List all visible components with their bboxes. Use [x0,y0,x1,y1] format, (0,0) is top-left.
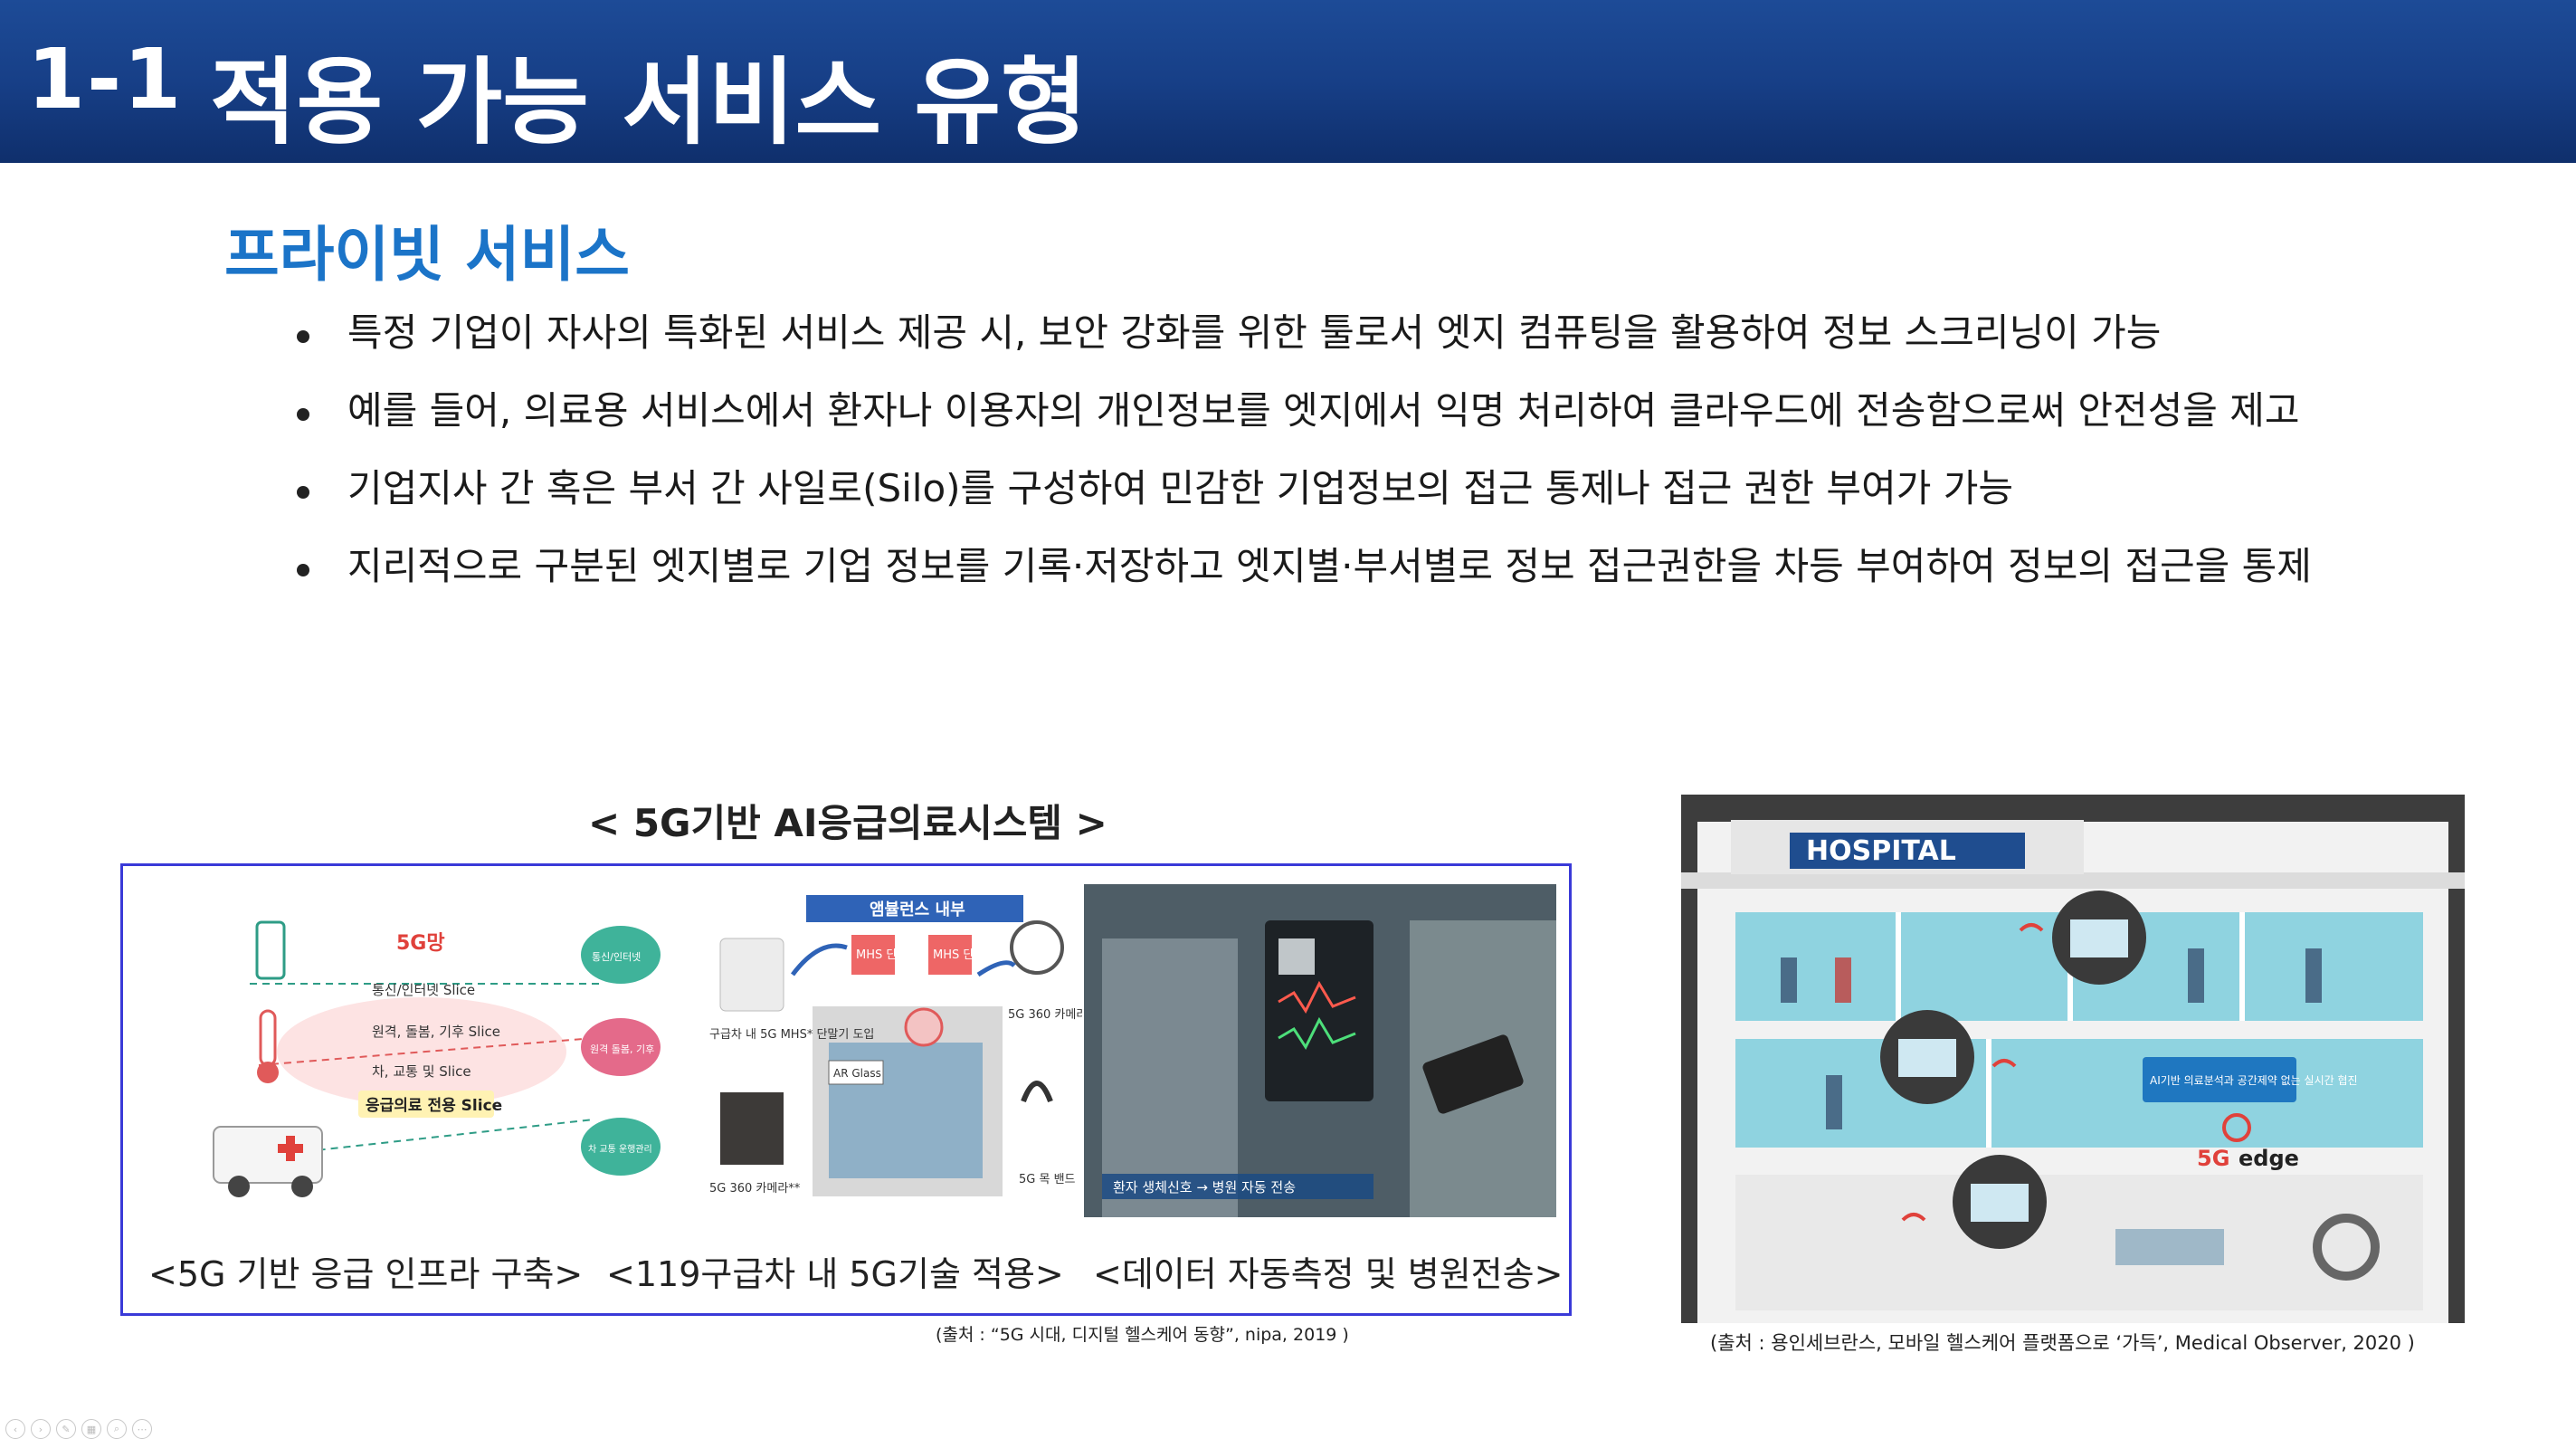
person-icon [1826,1075,1842,1129]
video-screen [2070,919,2128,957]
figure-left-title: < 5G기반 AI응급의료시스템 > [588,801,1107,845]
figure-left-frame: 5G망 통신/인터넷 Slice 원격, 돌봄, 기후 Slice 차, 교통 … [120,863,1572,1316]
bullet-item: 예를 들어, 의료용 서비스에서 환자나 이용자의 개인정보를 엣지에서 익명 … [291,381,2463,459]
cloud-label: 차 교통 운행관리 [588,1144,652,1155]
slice-label: 통신/인터넷 Slice [372,982,475,998]
bullet-icon [297,330,309,343]
slice-label: 응급의료 전용 Slice [366,1097,502,1115]
section-subtitle: 프라이빗 서비스 [224,220,631,290]
network-ellipse [277,997,566,1106]
pen-icon[interactable]: ✎ [56,1419,76,1439]
wheel-icon [228,1176,250,1197]
caption-ambulance: <119구급차 내 5G기술 적용> [606,1254,1064,1294]
slice-label: 원격, 돌봄, 기후 Slice [372,1024,500,1040]
callout-label: AI기반 의료분석과 공간제약 없는 실시간 협진 [2150,1073,2358,1087]
bullet-text: 지리적으로 구분된 엣지별로 기업 정보를 기록·저장하고 엣지별·부서별로 정… [347,544,2312,588]
bullet-icon [297,564,309,576]
presentation-controls: ‹ › ✎ ▦ ⌕ ⋯ [5,1419,152,1439]
bullet-text: 예를 들어, 의료용 서비스에서 환자나 이용자의 개인정보를 엣지에서 익명 … [347,388,2300,433]
hospital-sign: HOSPITAL [1806,835,1956,867]
zoom-icon[interactable]: ⌕ [107,1419,127,1439]
thermometer-icon [259,1009,277,1067]
arrow-icon [791,943,848,976]
bullet-icon [297,486,309,499]
device-label: 5G 360 카메라** [709,1182,801,1196]
slice-label: 차, 교통 및 Slice [372,1063,471,1080]
arrow-icon [976,960,1016,977]
hospital-illustration: HOSPITAL AI기반 의료분석과 공간제약 없는 실시간 협진 5G ed… [1681,795,2465,1323]
figure-right-hospital: HOSPITAL AI기반 의료분석과 공간제약 없는 실시간 협진 5G ed… [1681,795,2465,1323]
bullet-text: 기업지사 간 혹은 부서 간 사일로(Silo)를 구성하여 민감한 기업정보의… [347,466,2013,510]
ambulance-icon [213,1126,323,1184]
figure-left-source: (출처 : “5G 시대, 디지털 헬스케어 동향”, nipa, 2019 ) [936,1325,1349,1345]
section-number: 1-1 [27,31,184,128]
device-label: 5G 목 밴드 [1019,1173,1076,1186]
mhs-device-icon [719,938,784,1012]
cloud-label: 통신/인터넷 [592,951,641,963]
ambulance-cross [278,1144,303,1153]
bullet-item: 기업지사 간 혹은 부서 간 사일로(Silo)를 구성하여 민감한 기업정보의… [291,459,2463,537]
camera-photo [720,1092,784,1165]
panel-5g-infrastructure: 5G망 통신/인터넷 Slice 원격, 돌봄, 기후 Slice 차, 교통 … [159,884,684,1217]
video-screen [1898,1039,1956,1077]
camera-360-icon [1010,920,1064,975]
ambulance-header: 앰뷸런스 내부 [870,900,965,919]
phone-icon [255,920,286,980]
title-bar: 1-1 적용 가능 서비스 유형 [0,0,2576,163]
video-screen [1971,1184,2029,1222]
roof-line [1681,872,2465,889]
network-label: 5G망 [396,932,445,955]
slides-icon[interactable]: ▦ [81,1419,101,1439]
device-label: 구급차 내 5G MHS* 단말기 도입 [709,1028,874,1042]
person-icon [1781,957,1797,1003]
thermometer-bulb [257,1062,279,1083]
logo-5g: 5G [2197,1146,2229,1171]
infrastructure-illustration: 5G망 통신/인터넷 Slice 원격, 돌봄, 기후 Slice 차, 교통 … [213,920,661,1197]
patient-photo [1278,938,1315,975]
bullet-item: 지리적으로 구분된 엣지별로 기업 정보를 기록·저장하고 엣지별·부서별로 정… [291,537,2463,614]
banner-label: 환자 생체신호 → 병원 자동 전송 [1113,1179,1296,1196]
camera-icon [904,1007,944,1047]
neckband-icon [1021,1081,1053,1103]
person-icon [2188,948,2204,1003]
panel-paramedic-photo: 환자 생체신호 → 병원 자동 전송 [1084,884,1556,1217]
mri-machine [2115,1229,2224,1265]
bullet-list: 특정 기업이 자사의 특화된 서비스 제공 시, 보안 강화를 위한 툴로서 엣… [291,303,2463,614]
person-icon [2305,948,2322,1003]
figure-right-source: (출처 : 용인세브란스, 모바일 헬스케어 플랫폼으로 ‘가득’, Medic… [1710,1332,2415,1354]
cloud-label: 원격 돌봄, 기후 [590,1043,654,1055]
wheel-icon [291,1176,313,1197]
bullet-text: 특정 기업이 자사의 특화된 서비스 제공 시, 보안 강화를 위한 툴로서 엣… [347,310,2162,355]
logo-edge: edge [2239,1146,2299,1171]
caption-infrastructure: <5G 기반 응급 인프라 구축> [148,1254,584,1294]
tag-label: MHS 단말 [856,948,908,962]
paramedic-photo-illustration: 환자 생체신호 → 병원 자동 전송 [1084,884,1556,1217]
tag-label: MHS 단말 [933,948,984,962]
bullet-icon [297,408,309,421]
ambulance-illustration: 앰뷸런스 내부 MHS 단말 MHS 단말 AR Glass 구급차 내 5G … [709,895,1099,1196]
caption-data-transfer: <데이터 자동측정 및 병원전송> [1093,1254,1564,1294]
more-icon[interactable]: ⋯ [132,1419,152,1439]
person-icon [1835,957,1851,1003]
tag-label: AR Glass [833,1067,881,1080]
page-title: 적용 가능 서비스 유형 [210,47,1088,157]
device-label: 5G 360 카메라** [1008,1008,1082,1022]
bullet-item: 특정 기업이 자사의 특화된 서비스 제공 시, 보안 강화를 위한 툴로서 엣… [291,303,2463,381]
next-slide-icon[interactable]: › [31,1419,51,1439]
prev-slide-icon[interactable]: ‹ [5,1419,25,1439]
